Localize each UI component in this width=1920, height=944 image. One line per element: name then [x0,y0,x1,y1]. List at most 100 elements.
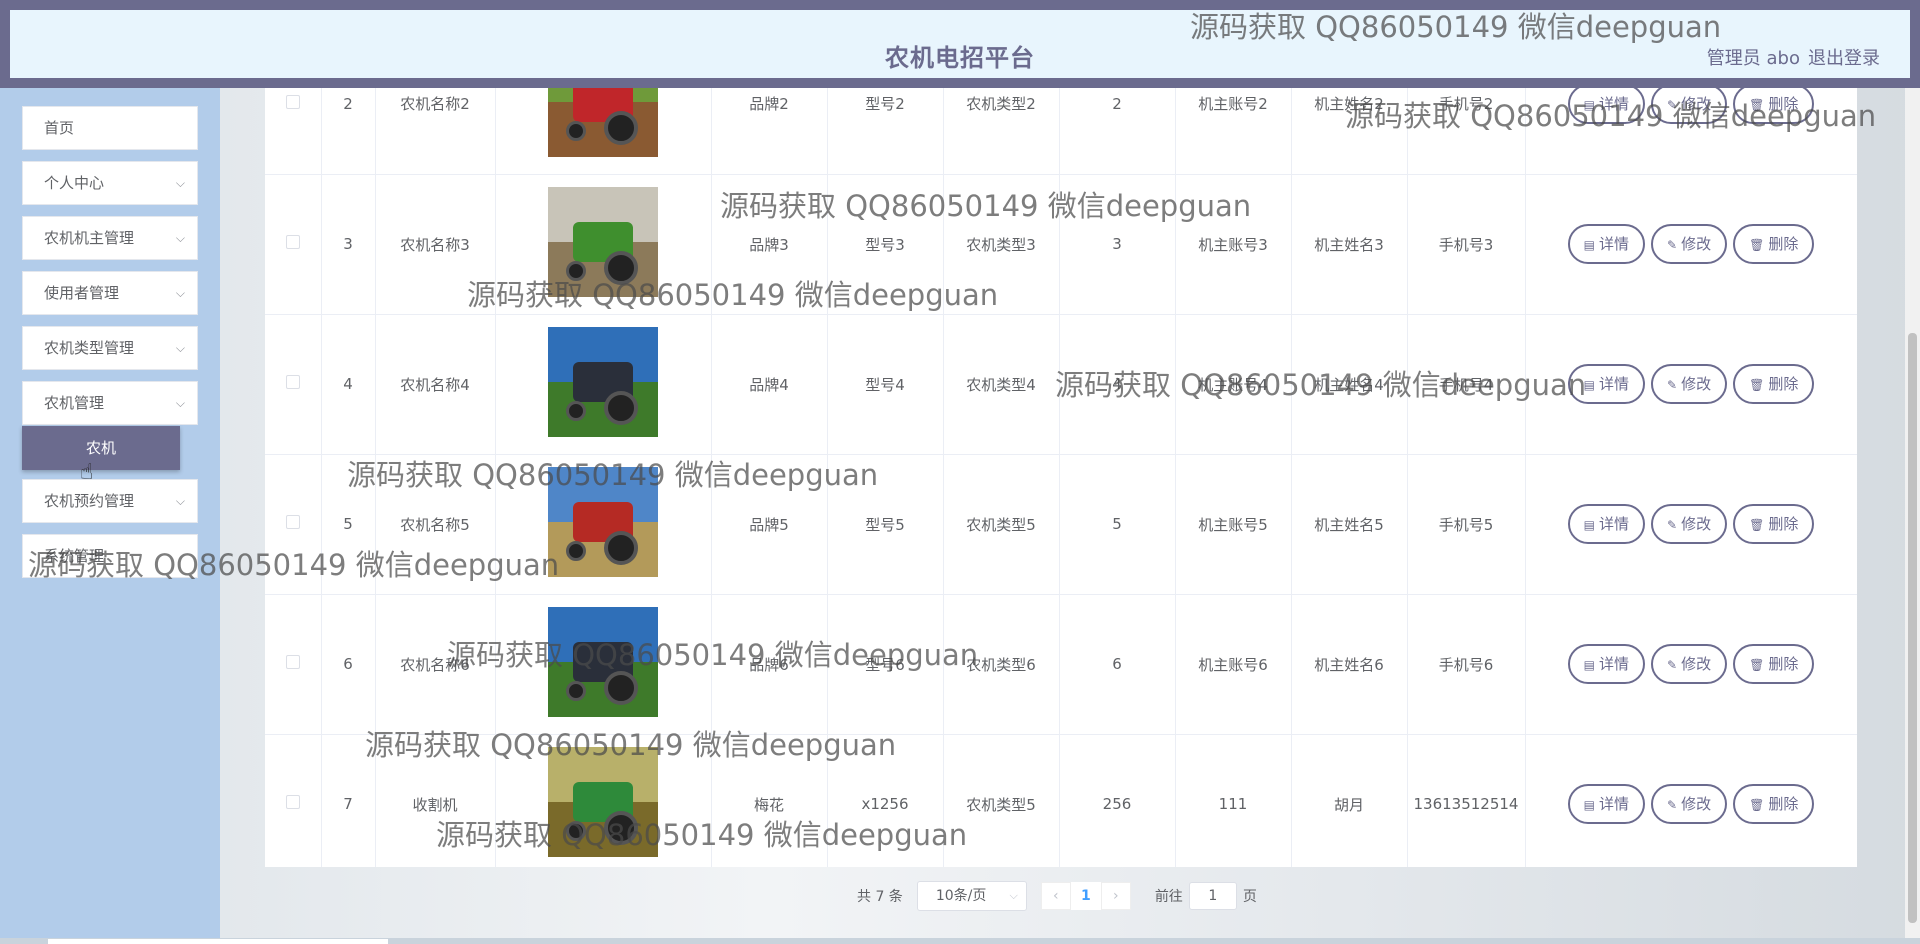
cell-brand: 品牌5 [711,454,828,595]
delete-button[interactable]: 🗑 删除 [1733,224,1815,264]
delete-button[interactable]: 🗑 删除 [1733,364,1815,404]
row-checkbox[interactable] [285,235,300,249]
cell-account: 111 [1175,734,1292,867]
header-bar: 农机电招平台 管理员 abo 退出登录 [10,10,1910,78]
machine-image [548,607,658,717]
cell-brand: 品牌6 [711,594,828,735]
machine-image [548,327,658,437]
machine-image-cell [495,594,712,735]
cell-name: 农机名称5 [375,454,496,595]
trash-icon: 🗑 [1749,97,1765,112]
detail-button[interactable]: ▤ 详情 [1567,504,1646,544]
edit-button[interactable]: ✎ 修改 [1651,504,1728,544]
cell-phone: 手机号3 [1407,174,1526,315]
sidebar-item-machine-management[interactable]: 农机管理 ⌵ [22,381,198,425]
sidebar-item-label: 农机预约管理 [44,492,135,510]
sidebar-item-label: 农机机主管理 [44,229,135,247]
machine-table: 2 农机名称2 品牌2 型号2 农机类型2 2 机主账号2 机主姓名2 手机号2 ▤ 详情 ✎ 修改 🗑 删… [265,88,1857,867]
row-checkbox[interactable] [285,375,300,389]
pencil-icon: ✎ [1667,518,1678,532]
sidebar-item-type-management[interactable]: 农机类型管理 ⌵ [22,326,198,370]
page-number-1[interactable]: 1 [1070,882,1101,910]
cell-brand: 品牌4 [711,314,828,455]
goto-page-input[interactable]: 1 [1188,882,1237,910]
row-checkbox[interactable] [285,515,300,529]
row-checkbox[interactable] [285,94,300,109]
trash-icon: 🗑 [1749,518,1765,532]
page-size-select[interactable]: 10条/页 ⌵ [916,881,1027,911]
page-suffix-label: 页 [1242,889,1257,905]
next-page-button[interactable]: › [1100,882,1131,910]
vertical-scrollbar[interactable] [1905,88,1920,944]
cell-phone: 13613512514 [1407,734,1526,867]
edit-button[interactable]: ✎ 修改 [1651,784,1728,824]
row-index: 3 [321,174,376,315]
submenu-item-machine[interactable]: 农机 [22,426,180,470]
row-select-cell [265,594,322,735]
detail-button[interactable]: ▤ 详情 [1567,784,1646,824]
cell-model: x1256 [827,734,944,867]
sidebar-item-booking-management[interactable]: 农机预约管理 ⌵ [22,479,198,523]
cell-owner: 机主姓名6 [1291,594,1408,735]
cell-name: 农机名称6 [375,594,496,735]
detail-button[interactable]: ▤ 详情 [1567,88,1646,124]
detail-button[interactable]: ▤ 详情 [1567,224,1646,264]
edit-button[interactable]: ✎ 修改 [1651,88,1728,124]
row-checkbox[interactable] [285,795,300,809]
sidebar-item-label: 使用者管理 [44,284,120,302]
cell-model: 型号2 [827,88,944,175]
detail-button[interactable]: ▤ 详情 [1567,644,1646,684]
edit-button[interactable]: ✎ 修改 [1651,644,1728,684]
cell-owner: 机主姓名2 [1291,88,1408,175]
chevron-down-icon: ⌵ [175,341,185,355]
delete-button[interactable]: 🗑 删除 [1733,504,1815,544]
delete-button[interactable]: 🗑 删除 [1733,88,1815,124]
cell-account: 机主账号5 [1175,454,1292,595]
chevron-up-icon: ⌵ [175,396,185,410]
machine-image-cell [495,88,712,175]
document-icon: ▤ [1583,378,1595,392]
row-select-cell [265,88,322,175]
document-icon: ▤ [1583,238,1595,252]
sidebar-item-label: 农机管理 [44,394,105,412]
cell-model: 型号5 [827,454,944,595]
cell-name: 农机名称2 [375,88,496,175]
cell-type: 农机类型2 [943,88,1060,175]
row-checkbox[interactable] [285,655,300,669]
sidebar-item-label: 首页 [44,119,75,137]
cell-account: 机主账号2 [1175,88,1292,175]
cell-qty: 5 [1059,454,1176,595]
sidebar-item-owner-management[interactable]: 农机机主管理 ⌵ [22,216,198,260]
cell-account: 机主账号3 [1175,174,1292,315]
cell-type: 农机类型5 [943,454,1060,595]
prev-page-button[interactable]: ‹ [1040,882,1071,910]
pagination: 共 7 条 10条/页 ⌵ ‹ 1 › 前往 1 页 [857,880,1257,912]
pencil-icon: ✎ [1667,238,1678,252]
bottom-tab [48,939,388,944]
cell-qty: 256 [1059,734,1176,867]
row-index: 4 [321,314,376,455]
cell-type: 农机类型5 [943,734,1060,867]
row-index: 5 [321,454,376,595]
logout-link[interactable]: 退出登录 [1808,44,1880,70]
delete-button[interactable]: 🗑 删除 [1733,784,1815,824]
sidebar-item-system-management[interactable]: 系统管理 [22,534,198,578]
edit-button[interactable]: ✎ 修改 [1651,224,1728,264]
cell-type: 农机类型6 [943,594,1060,735]
edit-button[interactable]: ✎ 修改 [1651,364,1728,404]
delete-button[interactable]: 🗑 删除 [1733,644,1815,684]
sidebar-item-user-management[interactable]: 使用者管理 ⌵ [22,271,198,315]
row-actions: ▤ 详情 ✎ 修改 🗑 删除 [1525,734,1857,867]
cell-brand: 品牌3 [711,174,828,315]
machine-image [548,187,658,297]
row-actions: ▤ 详情 ✎ 修改 🗑 删除 [1525,174,1857,315]
scrollbar-thumb[interactable] [1908,333,1917,923]
sidebar-item-personal-center[interactable]: 个人中心 ⌵ [22,161,198,205]
sidebar-item-home[interactable]: 首页 [22,106,198,150]
detail-button[interactable]: ▤ 详情 [1567,364,1646,404]
cell-model: 型号4 [827,314,944,455]
machine-image-cell [495,734,712,867]
pencil-icon: ✎ [1667,97,1678,112]
row-index: 6 [321,594,376,735]
cell-qty: 4 [1059,314,1176,455]
